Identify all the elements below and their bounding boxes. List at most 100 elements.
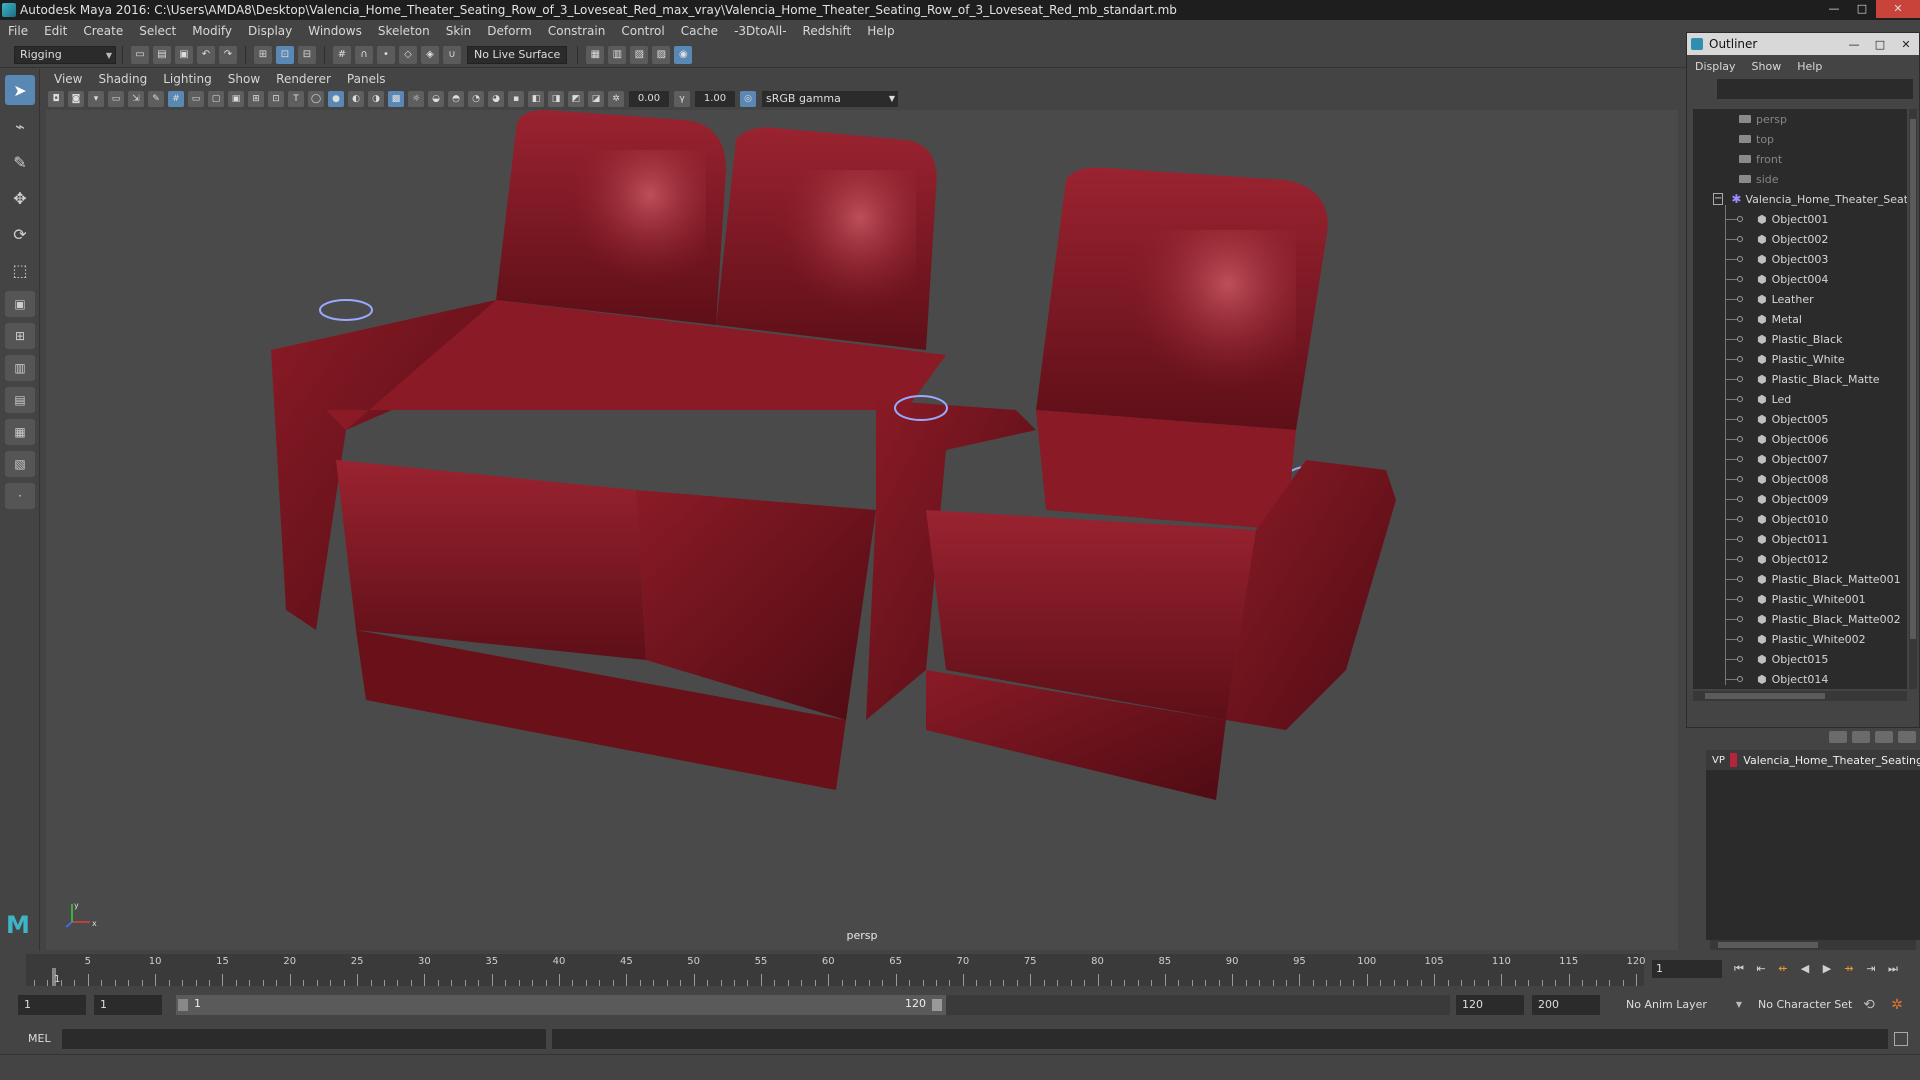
step-back-frame-icon[interactable]: ⇷ (1774, 960, 1792, 978)
range-track[interactable] (946, 995, 1450, 1015)
layer-playback-toggle[interactable]: P (1719, 755, 1726, 766)
anti-aliasing-icon[interactable]: ◕ (488, 91, 504, 107)
outliner-menu-help[interactable]: Help (1789, 60, 1830, 73)
menu-create[interactable]: Create (75, 24, 131, 38)
lasso-tool-icon[interactable]: ⌁ (5, 111, 35, 141)
isolate-select-icon[interactable]: ◧ (528, 91, 544, 107)
range-bar[interactable]: 1 120 (176, 995, 946, 1015)
motion-blur-icon[interactable]: ◔ (468, 91, 484, 107)
outliner-item-mesh[interactable]: ⬢ Plastic_White001 (1693, 589, 1907, 609)
render-settings-icon[interactable]: ▦ (586, 45, 605, 64)
outliner-item-mesh[interactable]: ⬢ Leather (1693, 289, 1907, 309)
bookmark-icon[interactable]: ▾ (88, 91, 104, 107)
textured-icon[interactable]: ▩ (388, 91, 404, 107)
outliner-item-mesh[interactable]: ⬢ Plastic_White (1693, 349, 1907, 369)
move-layer-up-icon[interactable] (1829, 731, 1847, 743)
perspective-viewport[interactable]: y x persp (46, 110, 1678, 950)
color-management-icon[interactable]: ◎ (740, 91, 756, 107)
outliner-item-mesh[interactable]: ⬢ Object003 (1693, 249, 1907, 269)
snap-magnet-icon[interactable]: ∪ (443, 45, 461, 64)
layer-visibility-toggle[interactable]: V (1712, 755, 1719, 766)
outliner-close-button[interactable]: ✕ (1893, 38, 1919, 51)
layer-color-swatch[interactable] (1729, 753, 1738, 767)
outliner-item-mesh[interactable]: ⬢ Plastic_Black_Matte (1693, 369, 1907, 389)
xray-joints-icon[interactable]: ◩ (568, 91, 584, 107)
menu-redshift[interactable]: Redshift (795, 24, 860, 38)
select-hierarchy-icon[interactable]: ⊞ (254, 45, 272, 64)
menu-windows[interactable]: Windows (300, 24, 370, 38)
scale-tool-icon[interactable]: ⬚ (5, 255, 35, 285)
step-back-key-icon[interactable]: ⇤ (1752, 960, 1770, 978)
menu-3dtoall[interactable]: -3DtoAll- (726, 24, 794, 38)
wireframe-icon[interactable]: ◯ (308, 91, 324, 107)
snap-surface-icon[interactable]: ◈ (421, 45, 439, 64)
step-forward-frame-icon[interactable]: ⇸ (1840, 960, 1858, 978)
outliner-item-mesh[interactable]: ⬢ Object010 (1693, 509, 1907, 529)
current-frame-field[interactable]: 1 (1652, 960, 1722, 978)
outliner-menu-show[interactable]: Show (1744, 60, 1790, 73)
viewport-menu-lighting[interactable]: Lighting (155, 72, 220, 86)
viewport-menu-renderer[interactable]: Renderer (268, 72, 339, 86)
outliner-item-mesh[interactable]: ⬢ Led (1693, 389, 1907, 409)
ipr-render-icon[interactable]: ▧ (630, 45, 649, 64)
snap-view-icon[interactable]: ◇ (399, 45, 417, 64)
outliner-item-camera[interactable]: front (1693, 149, 1907, 169)
range-start-handle[interactable] (178, 999, 188, 1011)
persp-graph-layout-icon[interactable]: ▤ (5, 387, 35, 413)
outliner-item-mesh[interactable]: ⬢ Object009 (1693, 489, 1907, 509)
script-language-toggle[interactable]: MEL (28, 1032, 51, 1045)
outliner-item-mesh[interactable]: ⬢ Object006 (1693, 429, 1907, 449)
smooth-shade-icon[interactable]: ● (328, 91, 344, 107)
end-frame-field[interactable]: 200 (1532, 995, 1600, 1015)
close-button[interactable]: ✕ (1876, 0, 1920, 18)
scrollbar-thumb[interactable] (1718, 942, 1818, 948)
custom-layout-icon[interactable]: ▧ (5, 451, 35, 477)
hypershade-icon[interactable]: ◉ (674, 45, 693, 64)
menu-skin[interactable]: Skin (438, 24, 480, 38)
outliner-item-mesh[interactable]: ⬢ Object011 (1693, 529, 1907, 549)
collapse-toolbox-icon[interactable]: · (5, 483, 35, 509)
minimize-button[interactable]: — (1820, 0, 1848, 18)
exposure-icon[interactable]: ✲ (608, 91, 624, 107)
film-gate-icon[interactable]: ▭ (188, 91, 204, 107)
undo-icon[interactable]: ↶ (197, 45, 215, 64)
render-view-icon[interactable]: ▨ (652, 45, 671, 64)
anim-layer-dropdown[interactable]: No Anim Layer ▼ (1620, 995, 1746, 1015)
menu-file[interactable]: File (0, 24, 36, 38)
outliner-item-mesh[interactable]: ⬢ Object001 (1693, 209, 1907, 229)
menu-control[interactable]: Control (613, 24, 672, 38)
live-surface-field[interactable]: No Live Surface (467, 45, 568, 64)
move-tool-icon[interactable]: ✥ (5, 183, 35, 213)
outliner-vertical-scrollbar[interactable] (1909, 109, 1917, 689)
viewport-menu-panels[interactable]: Panels (339, 72, 394, 86)
viewport-menu-shading[interactable]: Shading (90, 72, 155, 86)
use-all-lights-icon[interactable]: ☼ (408, 91, 424, 107)
depth-of-field-icon[interactable]: ▪ (508, 91, 524, 107)
outliner-item-camera[interactable]: persp (1693, 109, 1907, 129)
outliner-item-mesh[interactable]: ⬢ Plastic_Black_Matte001 (1693, 569, 1907, 589)
menu-select[interactable]: Select (131, 24, 184, 38)
rotate-tool-icon[interactable]: ⟳ (5, 219, 35, 249)
scrollbar-thumb[interactable] (1910, 119, 1916, 639)
outliner-item-mesh[interactable]: ⬢ Plastic_Black (1693, 329, 1907, 349)
viewport-menu-view[interactable]: View (46, 72, 90, 86)
use-default-material-icon[interactable]: ◐ (348, 91, 364, 107)
layer-row[interactable]: V P Valencia_Home_Theater_Seating_Row_of… (1706, 750, 1920, 770)
2d-pan-zoom-icon[interactable]: ⇲ (128, 91, 144, 107)
safe-title-icon[interactable]: T (288, 91, 304, 107)
character-set-dropdown[interactable]: No Character Set (1752, 995, 1868, 1015)
camera-select-icon[interactable]: ◘ (48, 91, 64, 107)
outliner-item-mesh[interactable]: ⬢ Plastic_Black_Matte002 (1693, 609, 1907, 629)
sofa-model[interactable] (46, 110, 1678, 950)
single-perspective-layout-icon[interactable]: ▣ (5, 291, 35, 317)
wireframe-on-shaded-icon[interactable]: ◑ (368, 91, 384, 107)
playback-end-field[interactable]: 120 (1456, 995, 1524, 1015)
safe-action-icon[interactable]: ⊡ (268, 91, 284, 107)
outliner-item-camera[interactable]: side (1693, 169, 1907, 189)
outliner-horizontal-scrollbar[interactable] (1693, 691, 1907, 701)
outliner-item-mesh[interactable]: ⬢ Object014 (1693, 669, 1907, 689)
menu-edit[interactable]: Edit (36, 24, 75, 38)
save-scene-icon[interactable]: ▣ (175, 45, 193, 64)
play-backwards-icon[interactable]: ◀ (1796, 960, 1814, 978)
paint-select-tool-icon[interactable]: ✎ (5, 147, 35, 177)
